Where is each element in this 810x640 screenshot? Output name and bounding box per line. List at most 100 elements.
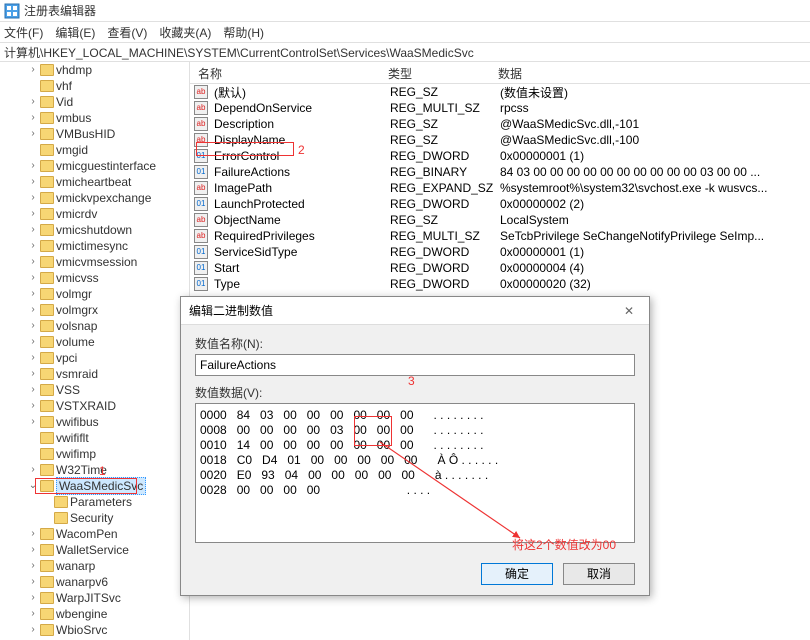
menu-edit[interactable]: 编辑(E) [55, 24, 95, 41]
tree-item[interactable]: ›vmickvpexchange [0, 190, 189, 206]
expand-icon[interactable]: ⌄ [28, 478, 38, 494]
tree-view[interactable]: ›vhdmpvhf›Vid›vmbus›VMBusHIDvmgid›vmicgu… [0, 62, 190, 640]
expand-icon[interactable]: › [28, 126, 38, 142]
expand-icon[interactable]: › [28, 62, 38, 78]
list-row[interactable]: 01LaunchProtectedREG_DWORD0x00000002 (2) [190, 196, 810, 212]
tree-item[interactable]: ›VSTXRAID [0, 398, 189, 414]
cancel-button[interactable]: 取消 [563, 563, 635, 585]
expand-icon[interactable]: › [28, 222, 38, 238]
tree-item[interactable]: vhf [0, 78, 189, 94]
expand-icon[interactable]: › [28, 462, 38, 478]
tree-item[interactable]: ›wbengine [0, 606, 189, 622]
expand-icon[interactable]: › [28, 238, 38, 254]
tree-item[interactable]: ›wanarpv6 [0, 574, 189, 590]
expand-icon[interactable]: › [28, 398, 38, 414]
list-row[interactable]: 01FailureActionsREG_BINARY84 03 00 00 00… [190, 164, 810, 180]
hex-row[interactable]: 0020 E0 93 04 00 00 00 00 00 à . . . . .… [200, 468, 630, 483]
expand-icon[interactable]: › [28, 158, 38, 174]
tree-item[interactable]: ›volmgrx [0, 302, 189, 318]
hex-row[interactable]: 0000 84 03 00 00 00 00 00 00 . . . . . .… [200, 408, 630, 423]
hex-row[interactable]: 0010 14 00 00 00 00 00 00 00 . . . . . .… [200, 438, 630, 453]
menu-help[interactable]: 帮助(H) [223, 24, 264, 41]
value-name-input[interactable] [195, 354, 635, 376]
tree-item[interactable]: ›vsmraid [0, 366, 189, 382]
address-bar[interactable]: 计算机\HKEY_LOCAL_MACHINE\SYSTEM\CurrentCon… [0, 42, 810, 62]
expand-icon[interactable]: › [28, 302, 38, 318]
tree-item[interactable]: ›W32Time [0, 462, 189, 478]
list-row[interactable]: 01ErrorControlREG_DWORD0x00000001 (1) [190, 148, 810, 164]
tree-item[interactable]: ›WbioSrvc [0, 622, 189, 638]
tree-item[interactable]: ›vmicrdv [0, 206, 189, 222]
tree-item[interactable]: ›vmictimesync [0, 238, 189, 254]
tree-item[interactable]: ›WacomPen [0, 526, 189, 542]
expand-icon[interactable]: › [28, 206, 38, 222]
tree-item[interactable]: vwifimp [0, 446, 189, 462]
tree-item[interactable]: ›wanarp [0, 558, 189, 574]
tree-item[interactable]: ›Vid [0, 94, 189, 110]
expand-icon[interactable]: › [28, 526, 38, 542]
col-type[interactable]: 类型 [380, 62, 490, 83]
expand-icon[interactable]: › [28, 622, 38, 638]
tree-item[interactable]: ›volmgr [0, 286, 189, 302]
hex-editor[interactable]: 0000 84 03 00 00 00 00 00 00 . . . . . .… [195, 403, 635, 543]
hex-row[interactable]: 0008 00 00 00 00 03 00 00 00 . . . . . .… [200, 423, 630, 438]
tree-item[interactable]: ⌄WaaSMedicSvc [0, 478, 189, 494]
expand-icon[interactable]: › [28, 174, 38, 190]
list-row[interactable]: abImagePathREG_EXPAND_SZ%systemroot%\sys… [190, 180, 810, 196]
tree-item[interactable]: ›vhdmp [0, 62, 189, 78]
close-icon[interactable]: ✕ [617, 304, 641, 318]
tree-item[interactable]: ›vmicvmsession [0, 254, 189, 270]
expand-icon[interactable]: › [28, 190, 38, 206]
expand-icon[interactable]: › [28, 254, 38, 270]
expand-icon[interactable]: › [28, 110, 38, 126]
expand-icon[interactable]: › [28, 382, 38, 398]
expand-icon[interactable]: › [28, 558, 38, 574]
tree-item[interactable]: vmgid [0, 142, 189, 158]
list-row[interactable]: abDescriptionREG_SZ@WaaSMedicSvc.dll,-10… [190, 116, 810, 132]
col-name[interactable]: 名称 [190, 62, 380, 83]
list-row[interactable]: 01TypeREG_DWORD0x00000020 (32) [190, 276, 810, 292]
expand-icon[interactable]: › [28, 542, 38, 558]
tree-item[interactable]: Security [0, 510, 189, 526]
expand-icon[interactable]: › [28, 574, 38, 590]
tree-item[interactable]: ›VSS [0, 382, 189, 398]
tree-item[interactable]: ›WalletService [0, 542, 189, 558]
menu-view[interactable]: 查看(V) [107, 24, 147, 41]
tree-item[interactable]: ›vmbus [0, 110, 189, 126]
expand-icon[interactable]: › [28, 606, 38, 622]
tree-item[interactable]: ›vmicvss [0, 270, 189, 286]
expand-icon[interactable]: › [28, 286, 38, 302]
expand-icon[interactable]: › [28, 366, 38, 382]
expand-icon[interactable]: › [28, 590, 38, 606]
expand-icon[interactable]: › [28, 414, 38, 430]
list-row[interactable]: ab(默认)REG_SZ(数值未设置) [190, 84, 810, 100]
menu-fav[interactable]: 收藏夹(A) [159, 24, 211, 41]
expand-icon[interactable]: › [28, 94, 38, 110]
tree-item[interactable]: ›volsnap [0, 318, 189, 334]
menu-file[interactable]: 文件(F) [4, 24, 43, 41]
tree-item[interactable]: ›volume [0, 334, 189, 350]
expand-icon[interactable]: › [28, 270, 38, 286]
col-data[interactable]: 数据 [490, 62, 810, 83]
tree-item[interactable]: ›vwifibus [0, 414, 189, 430]
tree-item[interactable]: ›vmicheartbeat [0, 174, 189, 190]
list-row[interactable]: abDisplayNameREG_SZ@WaaSMedicSvc.dll,-10… [190, 132, 810, 148]
expand-icon[interactable]: › [28, 334, 38, 350]
tree-item[interactable]: vwififlt [0, 430, 189, 446]
tree-item[interactable]: Parameters [0, 494, 189, 510]
list-row[interactable]: 01ServiceSidTypeREG_DWORD0x00000001 (1) [190, 244, 810, 260]
hex-row[interactable]: 0028 00 00 00 00 . . . . [200, 483, 630, 498]
tree-item[interactable]: ›VMBusHID [0, 126, 189, 142]
list-row[interactable]: abObjectNameREG_SZLocalSystem [190, 212, 810, 228]
tree-item[interactable]: ›vmicshutdown [0, 222, 189, 238]
hex-row[interactable]: 0018 C0 D4 01 00 00 00 00 00 À Ô . . . .… [200, 453, 630, 468]
ok-button[interactable]: 确定 [481, 563, 553, 585]
tree-item[interactable]: ›vpci [0, 350, 189, 366]
list-row[interactable]: abRequiredPrivilegesREG_MULTI_SZSeTcbPri… [190, 228, 810, 244]
expand-icon[interactable]: › [28, 350, 38, 366]
expand-icon[interactable]: › [28, 318, 38, 334]
list-row[interactable]: abDependOnServiceREG_MULTI_SZrpcss [190, 100, 810, 116]
list-row[interactable]: 01StartREG_DWORD0x00000004 (4) [190, 260, 810, 276]
tree-item[interactable]: ›vmicguestinterface [0, 158, 189, 174]
tree-item[interactable]: ›WarpJITSvc [0, 590, 189, 606]
